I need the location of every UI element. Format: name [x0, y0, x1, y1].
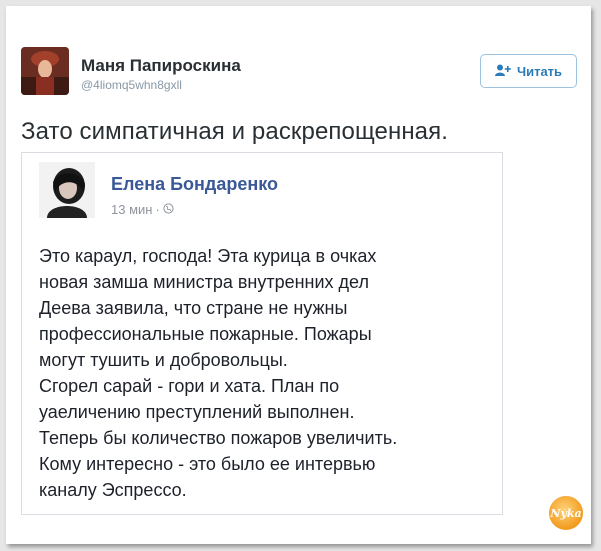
body-line: Теперь бы количество пожаров увеличить.: [39, 428, 398, 448]
quoted-author-name: Елена Бондаренко: [111, 174, 278, 194]
watermark-logo: Nyka: [547, 494, 585, 532]
tweet-card: Маня Папироскина @4liomq5whn8gxll Читать…: [6, 6, 591, 544]
quoted-author-avatar: [39, 162, 95, 218]
follow-button-label: Читать: [516, 63, 563, 79]
quoted-post-meta: 13 мин ·: [111, 202, 174, 217]
author-avatar[interactable]: [21, 47, 69, 95]
body-line: новая замша министра внутренних дел: [39, 272, 369, 292]
quoted-post-screenshot: Елена Бондаренко 13 мин · Это караул, го…: [21, 152, 503, 515]
globe-icon: [163, 202, 174, 217]
author-name[interactable]: Маня Папироскина: [81, 56, 241, 76]
add-user-icon: [494, 64, 511, 79]
tweet-text: Зато симпатичная и раскрепощенная.: [21, 118, 448, 145]
meta-separator: ·: [155, 202, 160, 217]
body-line: каналу Эспрессо.: [39, 480, 187, 500]
body-line: Это караул, господа! Эта курица в очках: [39, 246, 377, 266]
body-line: Кому интересно - это было ее интервью: [39, 454, 376, 474]
body-line: Деева заявила, что стране не нужны: [39, 298, 348, 318]
quoted-post-time: 13 мин: [111, 202, 153, 217]
quoted-post-body: Это караул, господа! Эта курица в очках …: [39, 243, 499, 503]
body-line: Сгорел сарай - гори и хата. План по: [39, 376, 340, 396]
body-line: могут тушить и добровольцы.: [39, 350, 288, 370]
watermark-text: Nyka: [550, 506, 582, 520]
author-handle[interactable]: @4liomq5whn8gxll: [81, 78, 182, 92]
follow-button[interactable]: Читать: [480, 54, 577, 88]
body-line: уаеличению преступлений выполнен.: [39, 402, 355, 422]
body-line: профессиональные пожарные. Пожары: [39, 324, 372, 344]
